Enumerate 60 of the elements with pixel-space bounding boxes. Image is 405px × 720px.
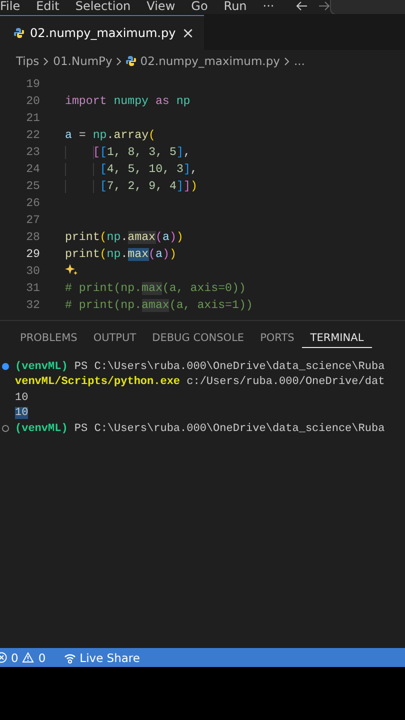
code-line: [7, 2, 9, 4]]) <box>98 180 198 193</box>
line-number: 26 <box>25 197 40 210</box>
back-arrow-icon[interactable] <box>296 0 308 10</box>
warning-icon[interactable] <box>22 652 34 663</box>
panel-tab[interactable]: TERMINAL <box>302 329 372 348</box>
line-number: 29 <box>25 248 40 261</box>
menu-item[interactable]: Selection <box>67 0 139 12</box>
sparkle-icon[interactable] <box>65 264 78 276</box>
line-number: 23 <box>25 146 40 159</box>
python-file-icon <box>126 56 136 66</box>
breadcrumb-item[interactable]: Tips <box>16 54 40 68</box>
error-count[interactable]: 0 <box>11 650 18 664</box>
menu-item[interactable]: Edit <box>28 0 68 12</box>
code-line: import numpy as np <box>65 95 190 108</box>
menu-item[interactable]: View <box>138 0 184 12</box>
breadcrumb-item[interactable]: ... <box>294 54 305 68</box>
code-line: # print(np.max(a, axis=0)) <box>65 282 246 295</box>
line-number: 32 <box>25 299 40 312</box>
line-number: 28 <box>25 231 40 244</box>
editor-tab[interactable]: 02.numpy_maximum.py × <box>0 15 204 50</box>
code-line: [[1, 8, 3, 5], <box>93 146 190 159</box>
panel-tab[interactable]: DEBUG CONSOLE <box>144 329 252 348</box>
line-number: 24 <box>25 163 40 176</box>
chevron-icon <box>284 56 290 66</box>
code-line: a = np.array( <box>65 129 156 142</box>
line-number: 20 <box>25 95 40 108</box>
chevron-icon <box>43 56 50 66</box>
line-number: 31 <box>25 282 40 295</box>
line-number: 30 <box>25 265 40 278</box>
panel-tab[interactable]: PORTS <box>252 329 302 348</box>
search-field[interactable] <box>330 0 405 14</box>
breadcrumb-item[interactable]: 01.NumPy <box>53 54 112 68</box>
warning-count[interactable]: 0 <box>38 650 46 664</box>
menu-item[interactable]: Run <box>216 0 255 12</box>
terminal-line: 10 <box>15 392 28 404</box>
close-button[interactable]: × <box>182 24 194 42</box>
code-line: print(np.max(a)) <box>65 248 176 261</box>
terminal-line: (venvML) PS C:\Users\ruba.000\OneDrive\data_science\Ruba <box>15 422 385 435</box>
code-line: # print(np.amax(a, axis=1)) <box>65 299 253 312</box>
line-number: 27 <box>25 214 40 227</box>
python-file-icon <box>14 28 24 38</box>
line-number: 25 <box>25 180 40 193</box>
live-share-icon[interactable] <box>64 652 76 664</box>
menu-item[interactable]: Go <box>183 0 216 12</box>
forward-arrow-icon[interactable] <box>318 0 330 10</box>
code-line: [4, 5, 10, 3], <box>98 163 198 176</box>
tab-label: 02.numpy_maximum.py <box>30 26 176 40</box>
terminal-line: venvML/Scripts/python.exe c:/Users/ruba.000/OneDrive/dat <box>15 376 385 388</box>
terminal-line: (venvML) PS C:\Users\ruba.000\OneDrive\data_science\Ruba <box>15 360 385 373</box>
line-number: 21 <box>25 112 40 125</box>
line-number: 22 <box>25 129 40 142</box>
chevron-icon <box>116 56 122 66</box>
code-line: print(np.amax(a)) <box>65 231 184 244</box>
breadcrumb-item[interactable]: 02.numpy_maximum.py <box>140 54 280 68</box>
panel-tab[interactable]: OUTPUT <box>85 329 144 348</box>
panel-tab[interactable]: PROBLEMS <box>12 329 86 348</box>
menu-item[interactable]: ··· <box>254 0 282 12</box>
line-number: 19 <box>25 78 40 91</box>
live-share-button[interactable]: Live Share <box>80 650 140 664</box>
menu-item[interactable]: File <box>0 0 28 12</box>
